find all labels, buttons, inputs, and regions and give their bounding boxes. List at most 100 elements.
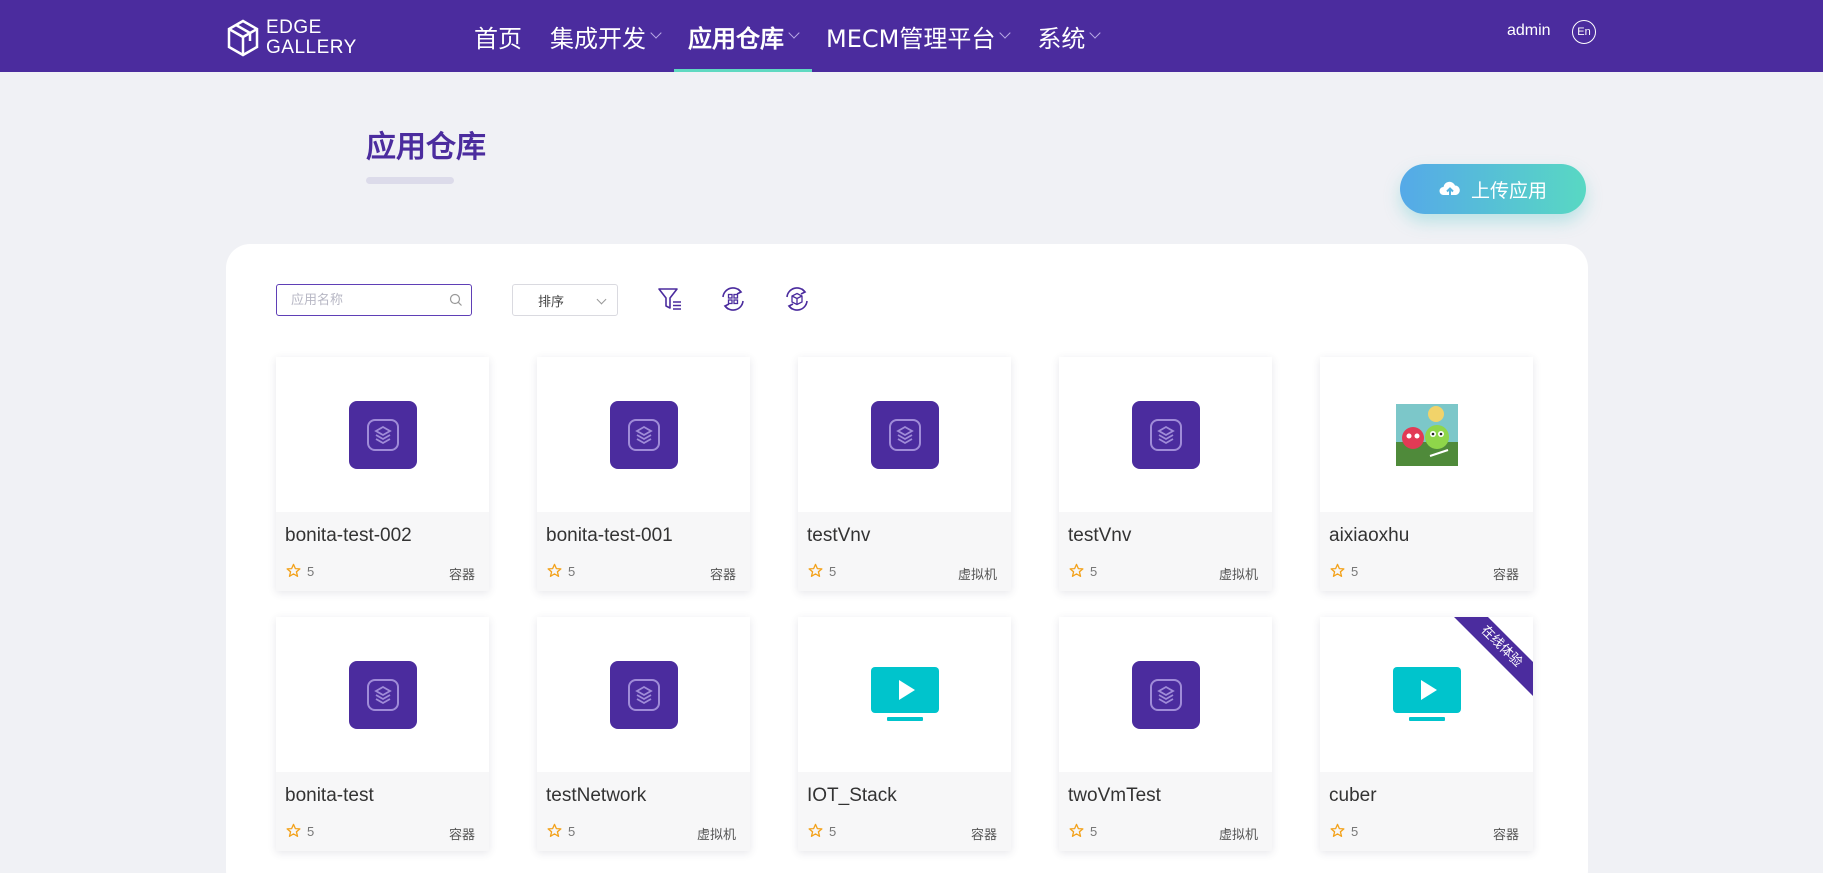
layers-icon	[348, 660, 417, 729]
logo-line2: GALLERY	[266, 37, 357, 58]
top-navbar: EDGE GALLERY 首页 集成开发 应用仓库 MECM管理平台 系统 ad…	[0, 0, 1823, 72]
search-input[interactable]	[291, 285, 451, 315]
app-type: 容器	[1492, 828, 1519, 843]
app-card[interactable]: testVnv 5 虚拟机	[798, 357, 1011, 591]
search-box	[276, 284, 472, 316]
app-score: 5	[1351, 824, 1359, 839]
app-card[interactable]: testVnv 5 虚拟机	[1059, 357, 1272, 591]
app-thumbnail	[276, 617, 489, 772]
app-type: 容器	[709, 568, 736, 583]
app-score: 5	[1090, 824, 1098, 839]
chevron-down-icon	[650, 27, 662, 39]
app-score: 5	[829, 824, 837, 839]
nav-mecm-label: MECM管理平台	[826, 24, 996, 53]
app-name: IOT_Stack	[807, 785, 897, 806]
star-icon	[1069, 823, 1084, 837]
app-type: 容器	[1492, 568, 1519, 583]
main-nav: 首页 集成开发 应用仓库 MECM管理平台 系统	[460, 0, 1113, 72]
layers-icon	[609, 400, 678, 469]
search-icon[interactable]	[449, 293, 463, 307]
star-icon	[286, 823, 301, 837]
app-card[interactable]: twoVmTest 5 虚拟机	[1059, 617, 1272, 851]
app-thumbnail	[276, 357, 489, 512]
layers-icon	[1131, 660, 1200, 729]
star-icon	[808, 823, 823, 837]
app-thumbnail	[798, 357, 1011, 512]
app-score: 5	[568, 564, 576, 579]
app-score: 5	[1351, 564, 1359, 579]
app-score: 5	[829, 564, 837, 579]
star-icon	[1330, 563, 1345, 577]
app-card[interactable]: 在线体验 cuber 5 容器	[1320, 617, 1533, 851]
logo-text: EDGE GALLERY	[266, 18, 357, 58]
nav-system-label: 系统	[1037, 24, 1086, 53]
app-card[interactable]: bonita-test-002 5 容器	[276, 357, 489, 591]
app-name: cuber	[1329, 785, 1377, 806]
app-card[interactable]: bonita-test-001 5 容器	[537, 357, 750, 591]
star-icon	[547, 563, 562, 577]
chevron-down-icon	[596, 294, 607, 305]
app-thumbnail	[1059, 357, 1272, 512]
star-icon	[547, 823, 562, 837]
edgegallery-logo[interactable]: EDGE GALLERY	[226, 18, 357, 58]
cube-refresh-icon[interactable]	[783, 285, 811, 313]
app-name: bonita-test-001	[546, 525, 673, 546]
app-score: 5	[307, 564, 315, 579]
app-thumbnail: 在线体验	[1320, 617, 1533, 772]
video-play-icon	[1392, 666, 1461, 721]
nav-integrated-dev[interactable]: 集成开发	[536, 0, 674, 72]
app-thumbnail	[537, 357, 750, 512]
app-type: 容器	[448, 568, 475, 583]
star-icon	[1330, 823, 1345, 837]
sort-label: 排序	[538, 294, 565, 310]
sort-select[interactable]: 排序	[512, 284, 618, 316]
star-icon	[1069, 563, 1084, 577]
app-type: 虚拟机	[1218, 568, 1258, 583]
app-type: 虚拟机	[957, 568, 997, 583]
nav-home[interactable]: 首页	[460, 0, 536, 72]
page-title: 应用仓库	[366, 130, 486, 165]
layers-icon	[870, 400, 939, 469]
nav-mecm[interactable]: MECM管理平台	[812, 0, 1023, 72]
cube-logo-icon	[227, 19, 259, 57]
app-thumbnail	[798, 617, 1011, 772]
video-play-icon	[870, 666, 939, 721]
language-switch-icon[interactable]: En	[1572, 20, 1596, 44]
layers-icon	[348, 400, 417, 469]
upload-app-button[interactable]: 上传应用	[1400, 164, 1586, 214]
upload-app-label: 上传应用	[1470, 179, 1547, 202]
nav-integrated-dev-label: 集成开发	[550, 24, 646, 53]
game-thumbnail-icon	[1395, 403, 1458, 466]
cloud-upload-icon	[1439, 181, 1460, 197]
app-name: testNetwork	[546, 785, 647, 806]
app-card[interactable]: aixiaoxhu 5 容器	[1320, 357, 1533, 591]
app-thumbnail	[1320, 357, 1533, 512]
app-thumbnail	[537, 617, 750, 772]
app-card[interactable]: testNetwork 5 虚拟机	[537, 617, 750, 851]
nav-home-label: 首页	[474, 24, 522, 53]
chevron-down-icon	[788, 27, 800, 39]
app-card[interactable]: IOT_Stack 5 容器	[798, 617, 1011, 851]
app-name: twoVmTest	[1068, 785, 1161, 806]
chevron-down-icon	[999, 27, 1012, 39]
star-icon	[286, 563, 301, 577]
layers-icon	[609, 660, 678, 729]
app-score: 5	[568, 824, 576, 839]
user-name[interactable]: admin	[1507, 22, 1551, 40]
app-type: 容器	[448, 828, 475, 843]
grid-refresh-icon[interactable]	[719, 285, 747, 313]
layers-icon	[1131, 400, 1200, 469]
app-name: testVnv	[807, 525, 871, 546]
app-score: 5	[307, 824, 315, 839]
title-underline	[366, 177, 454, 184]
app-name: testVnv	[1068, 525, 1132, 546]
filter-icon[interactable]	[656, 285, 684, 313]
nav-system[interactable]: 系统	[1023, 0, 1113, 72]
online-trial-ribbon: 在线体验	[1450, 617, 1533, 698]
app-score: 5	[1090, 564, 1098, 579]
nav-app-store-label: 应用仓库	[688, 24, 784, 53]
nav-app-store[interactable]: 应用仓库	[674, 0, 812, 72]
app-card[interactable]: bonita-test 5 容器	[276, 617, 489, 851]
app-name: bonita-test-002	[285, 525, 412, 546]
app-type: 虚拟机	[1218, 828, 1258, 843]
